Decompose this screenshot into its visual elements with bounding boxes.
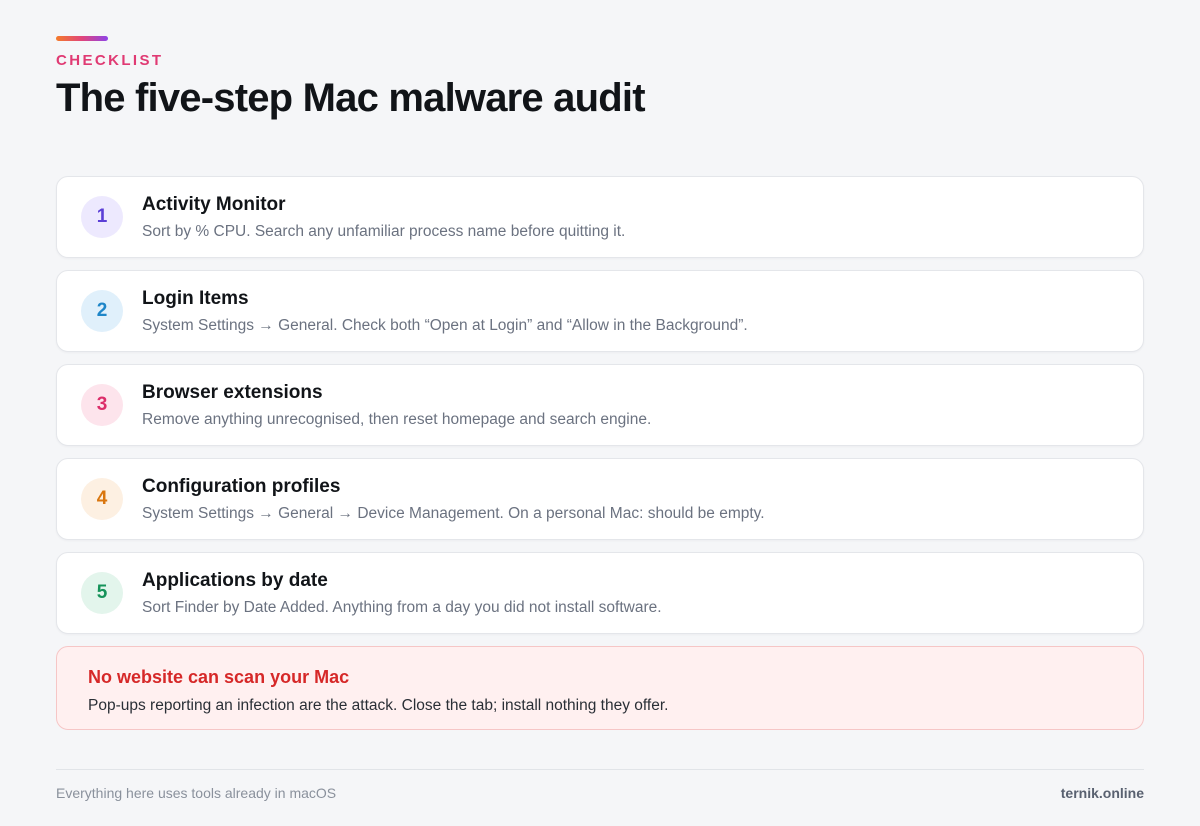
step-card: 4 Configuration profiles System Settings… <box>56 458 1144 540</box>
step-card: 3 Browser extensions Remove anything unr… <box>56 364 1144 446</box>
footer-divider <box>56 769 1144 770</box>
step-title: Browser extensions <box>142 381 323 403</box>
step-title: Activity Monitor <box>142 193 286 215</box>
step-number-badge: 3 <box>81 384 123 426</box>
step-text: Activity Monitor Sort by % CPU. Search a… <box>142 193 625 242</box>
footer-note: Everything here uses tools already in ma… <box>56 785 337 801</box>
step-number-badge: 5 <box>81 572 123 614</box>
step-description: System Settings → General → Device Manag… <box>142 504 765 522</box>
accent-bar <box>56 36 108 41</box>
step-title: Login Items <box>142 287 249 309</box>
step-text: Browser extensions Remove anything unrec… <box>142 381 651 430</box>
step-card: 1 Activity Monitor Sort by % CPU. Search… <box>56 176 1144 258</box>
step-description: Sort by % CPU. Search any unfamiliar pro… <box>142 222 626 240</box>
step-title: Configuration profiles <box>142 475 341 497</box>
page-title: The five-step Mac malware audit <box>56 76 646 120</box>
eyebrow-label: CHECKLIST <box>56 52 164 69</box>
footer-brand: ternik.online <box>1060 785 1144 801</box>
step-text: Configuration profiles System Settings →… <box>142 475 765 524</box>
step-description: Sort Finder by Date Added. Anything from… <box>142 598 662 616</box>
warning-description: Pop-ups reporting an infection are the a… <box>88 697 669 714</box>
step-list: 1 Activity Monitor Sort by % CPU. Search… <box>56 176 1144 646</box>
step-text: Login Items System Settings → General. C… <box>142 287 748 336</box>
step-number-badge: 2 <box>81 290 123 332</box>
step-number-badge: 1 <box>81 196 123 238</box>
step-number-badge: 4 <box>81 478 123 520</box>
step-text: Applications by date Sort Finder by Date… <box>142 569 662 618</box>
step-description: Remove anything unrecognised, then reset… <box>142 410 652 428</box>
step-card: 2 Login Items System Settings → General.… <box>56 270 1144 352</box>
step-description: System Settings → General. Check both “O… <box>142 316 748 334</box>
step-title: Applications by date <box>142 569 328 591</box>
step-card: 5 Applications by date Sort Finder by Da… <box>56 552 1144 634</box>
warning-callout: No website can scan your Mac Pop-ups rep… <box>56 646 1144 730</box>
warning-title: No website can scan your Mac <box>88 667 350 687</box>
